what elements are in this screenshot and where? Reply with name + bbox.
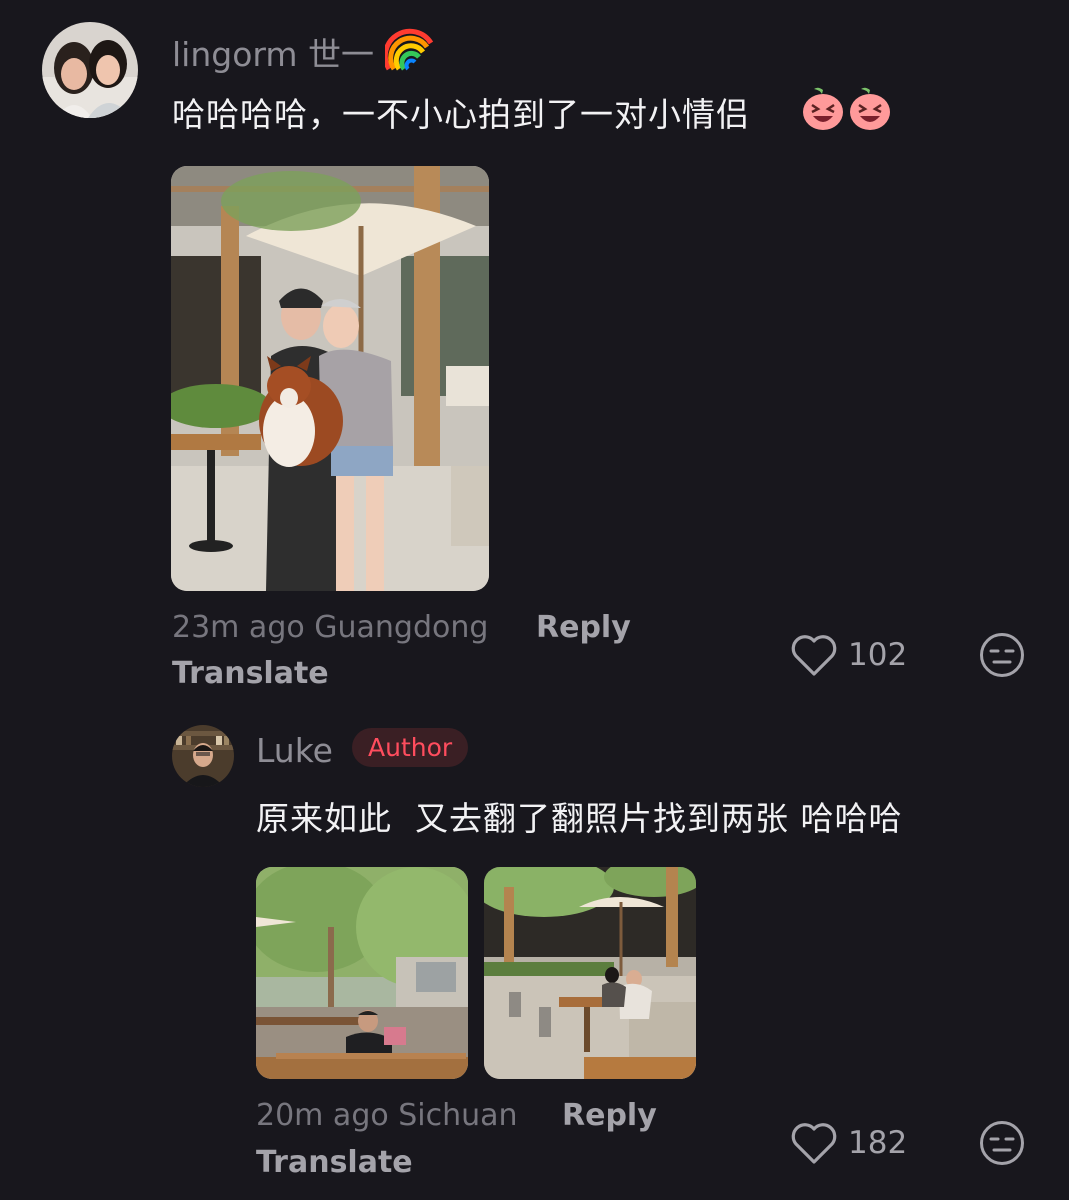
comment-photo[interactable] [171,166,489,591]
like-count: 102 [848,637,908,673]
username-text: lingorm 世一 [172,35,375,74]
reply-button[interactable]: Reply [562,1098,657,1133]
translate-button[interactable]: Translate [172,656,329,691]
comment-location: Guangdong [314,610,489,645]
heart-outline-icon [791,1123,837,1164]
like-button[interactable] [790,632,838,682]
comment-text: 原来如此 又去翻了翻照片找到两张 哈哈哈 [256,799,903,838]
comment-text: 哈哈哈哈，一不小心拍到了一对小情侣 [172,95,750,134]
username[interactable]: lingorm 世一 [172,28,374,76]
like-count: 182 [848,1125,908,1161]
laughing-peach-emoji [847,86,893,136]
like-button[interactable] [790,1120,838,1170]
reply-button[interactable]: Reply [536,610,631,645]
author-badge: Author [352,728,469,767]
comment-photo[interactable] [484,867,696,1079]
username[interactable]: Luke [256,731,333,770]
unamused-face-icon [980,633,1024,677]
rainbow-icon [382,25,435,79]
comment-photo[interactable] [256,867,468,1079]
translate-button[interactable]: Translate [256,1145,413,1180]
unamused-face-icon [980,1121,1024,1165]
dislike-button[interactable] [979,1120,1025,1170]
comment-location: Sichuan [398,1098,518,1133]
laughing-peach-emoji [800,86,846,136]
dislike-button[interactable] [979,632,1025,682]
avatar[interactable] [172,725,234,787]
comment-time: 23m ago [172,610,305,645]
comment-meta: 20m ago Sichuan [256,1098,518,1133]
heart-outline-icon [791,635,837,676]
comment-meta: 23m ago Guangdong [172,610,488,645]
avatar[interactable] [42,22,138,118]
comment-time: 20m ago [256,1098,389,1133]
